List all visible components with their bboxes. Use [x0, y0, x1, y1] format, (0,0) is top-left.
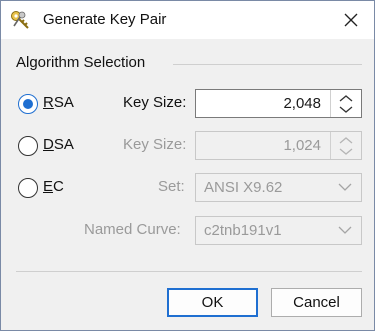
section-title: Algorithm Selection	[16, 54, 146, 71]
rsa-key-size-label: Key Size:	[123, 94, 187, 111]
rsa-key-size-spinner[interactable]: 2,048	[195, 89, 362, 118]
close-button[interactable]	[328, 1, 374, 39]
dsa-radio-label[interactable]: DSA	[43, 136, 74, 153]
ec-named-curve-dropdown[interactable]: c2tnb191v1	[195, 216, 362, 245]
dsa-key-size-spinner[interactable]: 1,024	[195, 131, 362, 160]
dsa-mnemonic: D	[43, 136, 54, 153]
ec-mnemonic: E	[43, 178, 54, 195]
dsa-label-rest: SA	[53, 136, 74, 153]
dsa-key-size-value: 1,024	[283, 137, 321, 154]
dsa-radio[interactable]	[18, 136, 38, 156]
chevron-down-icon	[338, 226, 352, 234]
rsa-radio[interactable]	[18, 94, 38, 114]
ok-button[interactable]: OK	[167, 288, 258, 317]
dialog-title: Generate Key Pair	[43, 11, 167, 28]
key-pair-icon	[9, 9, 31, 31]
title-bar[interactable]: Generate Key Pair	[1, 1, 374, 39]
ec-radio[interactable]	[18, 178, 38, 198]
spinner-separator	[330, 90, 331, 117]
ec-set-value: ANSI X9.62	[204, 179, 283, 196]
rsa-radio-label[interactable]: RSA	[43, 94, 74, 111]
ec-named-curve-value: c2tnb191v1	[204, 222, 282, 239]
rsa-mnemonic: R	[43, 94, 54, 111]
generate-key-pair-dialog: Generate Key Pair Algorithm Selection RS…	[0, 0, 375, 331]
ec-radio-label[interactable]: EC	[43, 178, 64, 195]
rsa-key-size-value[interactable]: 2,048	[283, 95, 321, 112]
close-icon	[344, 13, 358, 27]
dsa-key-size-label: Key Size:	[123, 136, 187, 153]
chevron-down-icon	[338, 183, 352, 191]
ec-set-dropdown[interactable]: ANSI X9.62	[195, 173, 362, 202]
section-divider	[173, 64, 362, 65]
cancel-button[interactable]: Cancel	[271, 288, 362, 317]
spinner-arrows-icon[interactable]	[337, 135, 355, 157]
ec-label-rest: C	[53, 178, 64, 195]
ec-named-curve-label: Named Curve:	[84, 221, 181, 238]
ec-set-label: Set:	[158, 178, 185, 195]
rsa-label-rest: SA	[53, 94, 74, 111]
footer-divider	[16, 271, 362, 272]
spinner-arrows-icon[interactable]	[337, 93, 355, 115]
spinner-separator	[330, 132, 331, 159]
